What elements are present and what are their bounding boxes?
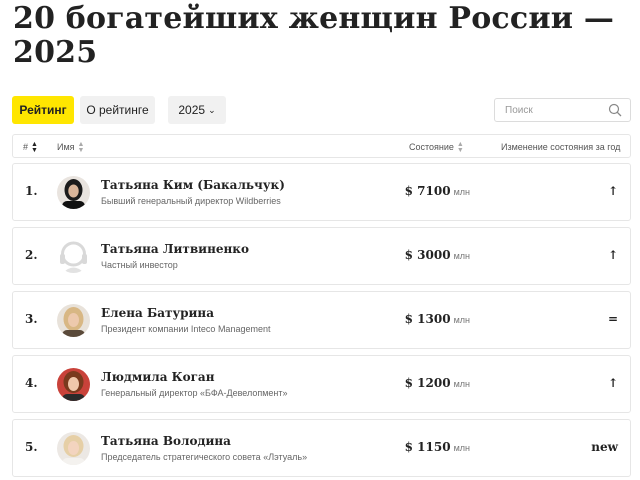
header-change-label: Изменение состояния за год	[501, 142, 621, 152]
person-photo-icon	[57, 368, 90, 401]
avatar	[57, 432, 90, 465]
change-indicator: ↑	[607, 248, 618, 262]
header-wealth-label: Состояние	[409, 142, 454, 152]
rank-number: 1.	[25, 184, 38, 198]
about-rating-button[interactable]: О рейтинге	[80, 96, 155, 124]
wealth-unit: млн	[453, 443, 470, 453]
sort-by-rank-header[interactable]: # ▲ ▼	[23, 141, 38, 154]
table-row[interactable]: 5. Татьяна Володина Председатель стратег…	[12, 419, 631, 477]
change-indicator: ↑	[607, 184, 618, 198]
person-position: Бывший генеральный директор Wildberries	[101, 196, 281, 206]
person-photo-icon	[57, 304, 90, 337]
person-name[interactable]: Татьяна Литвиненко	[101, 242, 249, 256]
avatar	[57, 240, 90, 273]
sort-icon: ▲ ▼	[77, 140, 85, 154]
avatar	[57, 304, 90, 337]
wealth-value: $ 1200 млн	[405, 376, 470, 390]
year-select-label: 2025	[178, 103, 206, 117]
wealth-value: $ 1300 млн	[405, 312, 470, 326]
sort-icon: ▲ ▼	[456, 140, 464, 154]
wealth-unit: млн	[453, 315, 470, 325]
person-position: Председатель стратегического совета «Лэт…	[101, 452, 308, 462]
person-name[interactable]: Татьяна Володина	[101, 434, 231, 448]
sort-by-wealth-header[interactable]: Состояние ▲ ▼	[409, 141, 464, 154]
rank-number: 4.	[25, 376, 38, 390]
person-position: Президент компании Inteco Management	[101, 324, 271, 334]
change-indicator: new	[591, 440, 618, 454]
avatar	[57, 368, 90, 401]
wealth-unit: млн	[453, 251, 470, 261]
change-indicator: ↑	[607, 376, 618, 390]
header-num-label: #	[23, 142, 29, 152]
wealth-unit: млн	[453, 379, 470, 389]
wealth-unit: млн	[453, 187, 470, 197]
rank-number: 5.	[25, 440, 38, 454]
wealth-value: $ 3000 млн	[405, 248, 470, 262]
rank-number: 2.	[25, 248, 38, 262]
table-header: # ▲ ▼ Имя ▲ ▼ Состояние ▲ ▼ Изменение состояни…	[12, 134, 631, 158]
person-name[interactable]: Татьяна Ким (Бакальчук)	[101, 178, 285, 192]
change-indicator: =	[607, 312, 618, 326]
person-name[interactable]: Людмила Коган	[101, 370, 214, 384]
table-row[interactable]: 3. Елена Батурина Президент компании Int…	[12, 291, 631, 349]
search-input[interactable]	[505, 102, 605, 119]
sort-icon: ▲ ▼	[31, 140, 38, 154]
person-name[interactable]: Елена Батурина	[101, 306, 214, 320]
person-position: Генеральный директор «БФА-Девелопмент»	[101, 388, 288, 398]
placeholder-avatar-icon	[57, 240, 90, 273]
table-row[interactable]: 2. Татьяна Литвиненко Частный инвестор $…	[12, 227, 631, 285]
wealth-amount: $ 1150	[404, 440, 451, 454]
wealth-value: $ 1150 млн	[405, 440, 470, 454]
person-photo-icon	[57, 432, 90, 465]
rank-number: 3.	[25, 312, 38, 326]
person-position: Частный инвестор	[101, 260, 178, 270]
wealth-value: $ 7100 млн	[405, 184, 470, 198]
table-row[interactable]: 1. Татьяна Ким (Бакальчук) Бывший генера…	[12, 163, 631, 221]
page-title: 20 богатейших женщин России — 2025	[13, 1, 615, 70]
person-photo-icon	[57, 176, 90, 209]
header-name-label: Имя	[57, 142, 75, 152]
wealth-amount: $ 1300	[404, 312, 451, 326]
sort-by-change-header[interactable]: Изменение состояния за год	[501, 141, 620, 153]
wealth-amount: $ 7100	[404, 184, 451, 198]
wealth-amount: $ 1200	[404, 376, 451, 390]
table-row[interactable]: 4. Людмила Коган Генеральный директор «Б…	[12, 355, 631, 413]
year-select[interactable]: 2025 ⌄	[168, 96, 226, 124]
chevron-down-icon: ⌄	[208, 105, 216, 115]
rating-tab-button[interactable]: Рейтинг	[12, 96, 74, 124]
wealth-amount: $ 3000	[404, 248, 451, 262]
search-icon[interactable]	[608, 103, 622, 117]
search-box[interactable]	[494, 98, 631, 122]
sort-by-name-header[interactable]: Имя ▲ ▼	[57, 141, 84, 154]
avatar	[57, 176, 90, 209]
